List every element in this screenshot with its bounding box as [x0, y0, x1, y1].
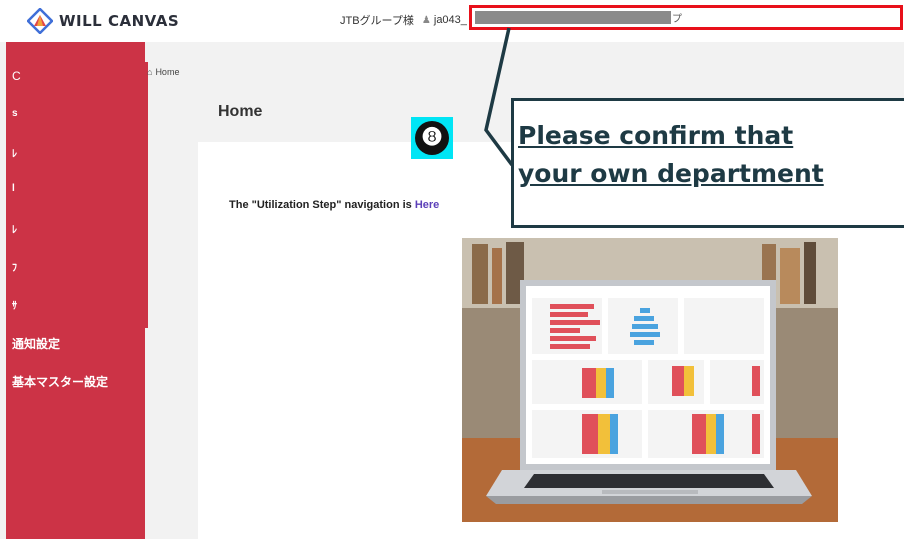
callout-line-2: your own department: [518, 159, 824, 188]
step-badge: ❽: [411, 117, 453, 159]
annotation-callout: Please confirm that your own department: [511, 98, 904, 228]
annotation-pointer-line: [484, 27, 514, 167]
step-number-8: ❽: [415, 121, 449, 155]
callout-line-1: Please confirm that: [518, 121, 794, 150]
